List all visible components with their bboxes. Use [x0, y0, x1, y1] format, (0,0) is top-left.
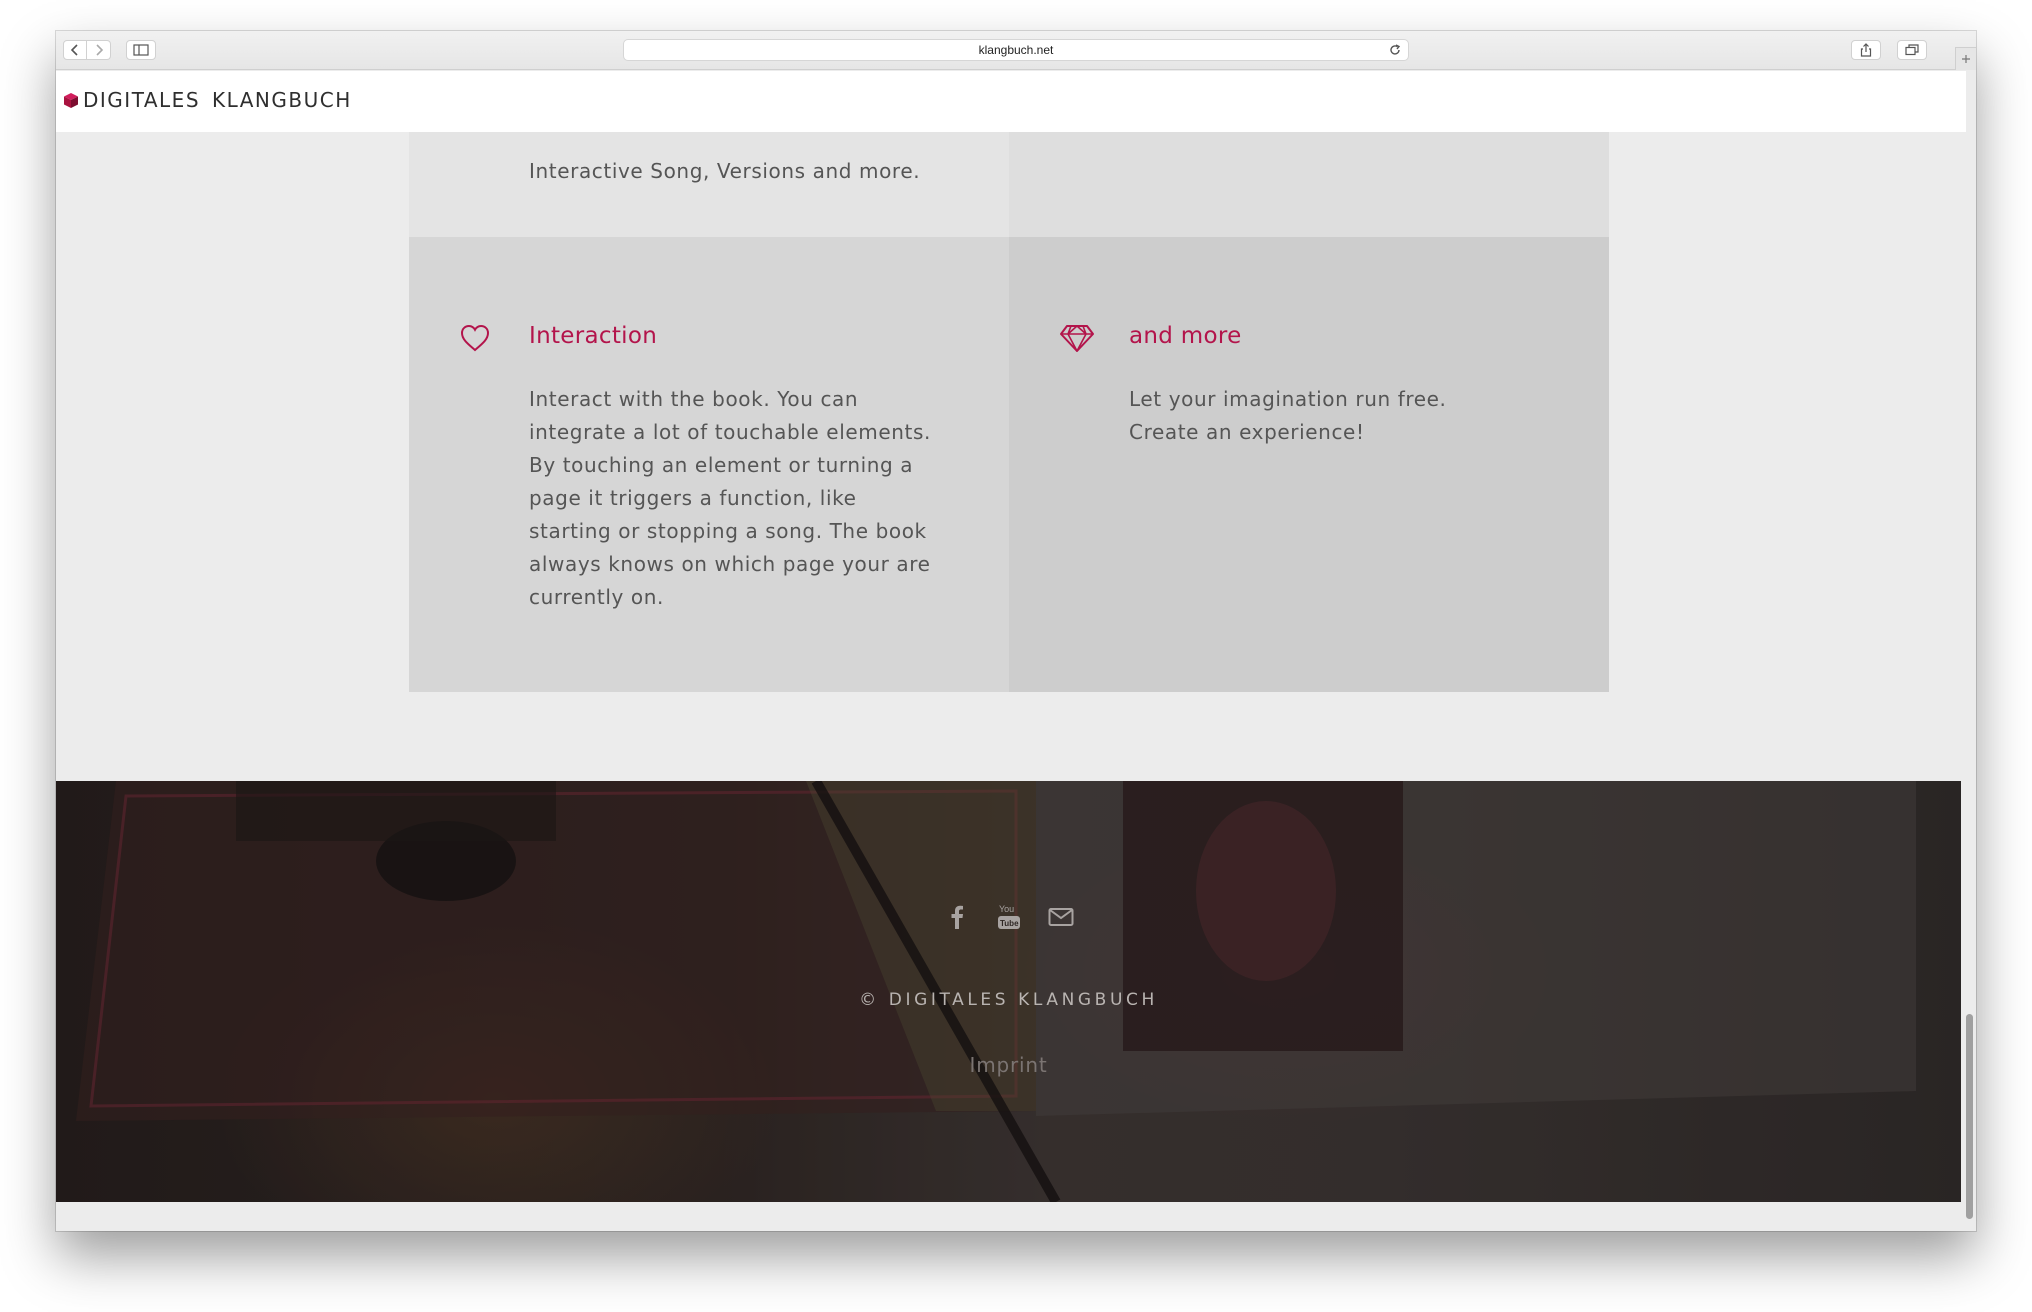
address-bar[interactable]: klangbuch.net — [623, 39, 1409, 61]
heart-icon — [460, 324, 490, 352]
sidebar-button[interactable] — [126, 40, 156, 60]
svg-text:Tube: Tube — [1000, 919, 1019, 928]
copyright-text: © DIGITALES KLANGBUCH — [859, 990, 1158, 1010]
chevron-right-icon — [95, 44, 103, 56]
site-logo[interactable]: DIGITALES KLANGBUCH — [63, 88, 352, 112]
feature-body-interaction: Interact with the book. You can integrat… — [529, 387, 931, 609]
chevron-left-icon — [70, 44, 78, 56]
web-page: DIGITALES KLANGBUCH Interactive Song, Ver… — [56, 71, 1976, 1231]
facebook-icon — [951, 905, 963, 929]
site-header: DIGITALES KLANGBUCH — [56, 71, 1966, 132]
logo-word-digitales: DIGITALES — [83, 88, 201, 112]
feature-card-previous: Interactive Song, Versions and more. — [409, 132, 1009, 237]
logo-text: DIGITALES KLANGBUCH — [83, 88, 352, 112]
svg-text:You: You — [999, 904, 1014, 914]
mail-icon — [1048, 908, 1073, 926]
browser-toolbar: klangbuch.net — [56, 31, 1976, 70]
feature-body-more: Let your imagination run free. Create an… — [1129, 387, 1447, 444]
tabs-button[interactable] — [1897, 40, 1927, 60]
cube-logo-icon — [64, 92, 78, 108]
new-tab-button[interactable] — [1955, 47, 1976, 70]
feature-title-interaction: Interaction — [529, 323, 658, 349]
share-icon — [1860, 43, 1872, 57]
facebook-link[interactable] — [943, 902, 971, 932]
diamond-icon — [1060, 325, 1094, 352]
nav-buttons — [63, 40, 111, 60]
imprint-link[interactable]: Imprint — [56, 1053, 1961, 1077]
back-button[interactable] — [63, 40, 87, 60]
youtube-icon: You Tube — [997, 904, 1020, 929]
social-links: You Tube — [56, 902, 1961, 932]
tabs-icon — [1905, 44, 1919, 56]
forward-button[interactable] — [87, 40, 111, 60]
scrollbar-thumb[interactable] — [1966, 1014, 1973, 1219]
feature-card-more: and more Let your imagination run free. … — [1009, 237, 1609, 692]
site-footer: You Tube © DIGITALES KLANGBUCH Imprint — [56, 781, 1961, 1202]
page-scrollbar[interactable] — [1964, 71, 1976, 1231]
feature-title-more: and more — [1129, 323, 1242, 349]
feature-body-previous: Interactive Song, Versions and more. — [529, 159, 921, 183]
plus-icon — [1962, 55, 1970, 63]
feature-card-interaction: Interaction Interact with the book. You … — [409, 237, 1009, 692]
url-text: klangbuch.net — [978, 43, 1054, 57]
share-button[interactable] — [1851, 40, 1881, 60]
browser-window: klangbuch.net DIGITALES KLANGBUCH Intera… — [56, 31, 1976, 1231]
feature-card-previous-right — [1009, 132, 1609, 237]
logo-word-klangbuch: KLANGBUCH — [212, 88, 352, 112]
sidebar-icon — [133, 44, 149, 56]
email-link[interactable] — [1047, 902, 1075, 932]
youtube-link[interactable]: You Tube — [995, 902, 1023, 932]
reload-icon[interactable] — [1388, 43, 1402, 57]
